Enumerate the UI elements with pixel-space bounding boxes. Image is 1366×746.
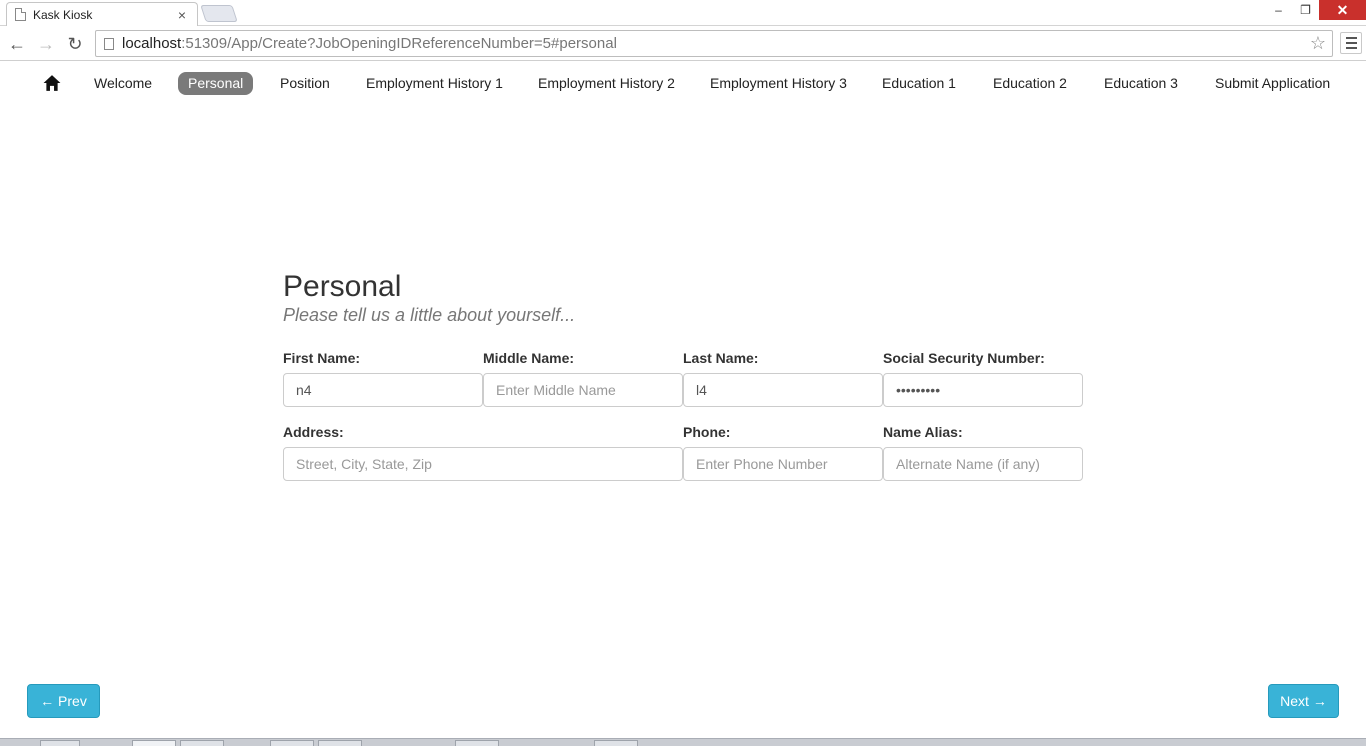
os-taskbar: [0, 738, 1366, 746]
back-arrow-icon[interactable]: ←: [6, 33, 28, 55]
nav-item-welcome[interactable]: Welcome: [84, 72, 162, 95]
tab-close-icon[interactable]: ×: [175, 7, 189, 23]
taskbar-item[interactable]: [180, 740, 224, 746]
close-window-button[interactable]: ✕: [1319, 0, 1366, 20]
forward-arrow-icon[interactable]: →: [35, 33, 57, 55]
name-alias-input[interactable]: [883, 447, 1083, 481]
nav-item-submit-application[interactable]: Submit Application: [1205, 72, 1340, 95]
nav-item-education-3[interactable]: Education 3: [1094, 72, 1188, 95]
section-title: Personal: [283, 270, 402, 303]
nav-item-education-2[interactable]: Education 2: [983, 72, 1077, 95]
taskbar-item[interactable]: [270, 740, 314, 746]
new-tab-button[interactable]: [200, 5, 238, 22]
taskbar-item[interactable]: [40, 740, 80, 746]
home-icon[interactable]: [43, 74, 61, 92]
next-button[interactable]: Next →: [1268, 684, 1339, 718]
ssn-password-input[interactable]: [883, 373, 1083, 407]
taskbar-item[interactable]: [132, 740, 176, 746]
last-name-input[interactable]: [683, 373, 883, 407]
ssn-label: Social Security Number:: [883, 350, 1045, 366]
taskbar-item[interactable]: [318, 740, 362, 746]
reload-icon[interactable]: ↻: [64, 33, 86, 55]
nav-item-employment-history-3[interactable]: Employment History 3: [700, 72, 857, 95]
last-name-label: Last Name:: [683, 350, 759, 366]
wizard-nav: Welcome Personal Position Employment His…: [0, 62, 1366, 104]
browser-titlebar: Kask Kiosk × – ❐ ✕: [0, 0, 1366, 26]
middle-name-label: Middle Name:: [483, 350, 575, 366]
nav-item-employment-history-2[interactable]: Employment History 2: [528, 72, 685, 95]
browser-tab[interactable]: Kask Kiosk ×: [6, 2, 198, 26]
browser-toolbar: ← → ↻ localhost:51309/App/Create?JobOpen…: [0, 27, 1366, 61]
nav-item-education-1[interactable]: Education 1: [872, 72, 966, 95]
middle-name-input[interactable]: [483, 373, 683, 407]
section-subtitle: Please tell us a little about yourself..…: [283, 305, 576, 325]
taskbar-item[interactable]: [594, 740, 638, 746]
page-icon: [15, 8, 26, 21]
browser-menu-icon[interactable]: [1340, 32, 1362, 54]
restore-button[interactable]: ❐: [1292, 0, 1319, 20]
url-host: localhost: [122, 35, 182, 52]
bookmark-star-icon[interactable]: ☆: [1310, 33, 1326, 54]
phone-label: Phone:: [683, 424, 731, 440]
nav-item-personal[interactable]: Personal: [178, 72, 254, 95]
address-label: Address:: [283, 424, 344, 440]
taskbar-item[interactable]: [455, 740, 499, 746]
minimize-button[interactable]: –: [1265, 0, 1292, 20]
first-name-label: First Name:: [283, 350, 361, 366]
url-text[interactable]: localhost:51309/App/Create?JobOpeningIDR…: [122, 35, 617, 52]
nav-item-position[interactable]: Position: [270, 72, 340, 95]
tab-title: Kask Kiosk: [33, 7, 93, 22]
first-name-input[interactable]: [283, 373, 483, 407]
phone-input[interactable]: [683, 447, 883, 481]
page-icon: [104, 37, 114, 50]
address-bar[interactable]: localhost:51309/App/Create?JobOpeningIDR…: [95, 30, 1333, 57]
url-path: :51309/App/Create?JobOpeningIDReferenceN…: [181, 35, 617, 52]
name-alias-label: Name Alias:: [883, 424, 963, 440]
window-controls: – ❐ ✕: [1265, 0, 1366, 20]
prev-button[interactable]: ← Prev: [27, 684, 100, 718]
address-input[interactable]: [283, 447, 683, 481]
nav-item-employment-history-1[interactable]: Employment History 1: [356, 72, 513, 95]
